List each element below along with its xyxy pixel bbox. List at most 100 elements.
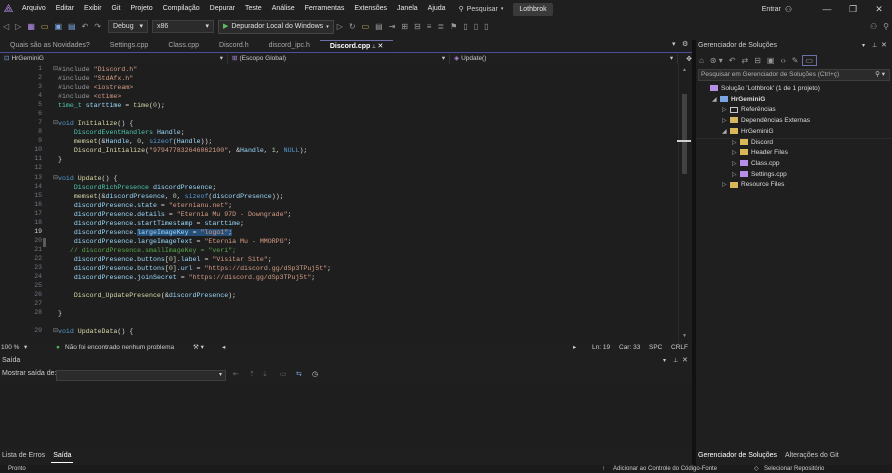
comment-icon[interactable]: ≡: [424, 22, 435, 31]
new-item-icon[interactable]: ▦: [24, 22, 38, 31]
scroll-right-icon[interactable]: ▸: [573, 343, 576, 352]
close-icon[interactable]: ✕: [682, 356, 688, 364]
bookmark-next-icon[interactable]: ▯: [471, 22, 481, 31]
chevron-down-icon[interactable]: ▾: [24, 343, 27, 352]
configuration-select[interactable]: Debug ▾: [107, 20, 148, 33]
tab-output[interactable]: Saída: [51, 450, 74, 463]
switch-views-icon[interactable]: ⊛ ▾: [707, 56, 726, 65]
save-icon[interactable]: ▣: [51, 22, 65, 31]
uncomment-icon[interactable]: ≣: [434, 22, 447, 31]
menu-item[interactable]: Depurar: [205, 0, 240, 18]
sync-icon[interactable]: ⇄: [739, 56, 752, 65]
code-view-icon[interactable]: ‹›: [777, 56, 788, 65]
collapsed-arrow-icon[interactable]: ▷: [732, 170, 740, 180]
find-message-icon[interactable]: ⇤: [233, 370, 239, 378]
back-icon[interactable]: ◁: [0, 22, 12, 31]
tree-item[interactable]: Solução 'Lothbrok' (1 de 1 projeto): [702, 84, 820, 94]
menu-item[interactable]: Projeto: [126, 0, 158, 18]
layout-icon[interactable]: ▤: [372, 22, 386, 31]
project-select[interactable]: ⊡ HrGeminiG ▾: [0, 53, 229, 64]
step-icon[interactable]: ⇥: [386, 22, 399, 31]
collapse-all-icon[interactable]: ⊟: [751, 56, 764, 65]
pin-icon[interactable]: ⊥: [872, 42, 877, 49]
tab-git-changes[interactable]: Alterações do Git: [783, 450, 841, 462]
collapsed-arrow-icon[interactable]: ▷: [732, 159, 740, 169]
document-tab[interactable]: Quais são as Novidades?: [0, 40, 100, 52]
menu-item[interactable]: Exibir: [79, 0, 107, 18]
spacing-indicator[interactable]: SPC: [649, 343, 662, 352]
format-icon[interactable]: ⊟: [411, 22, 424, 31]
sign-in-link[interactable]: Entrar: [762, 6, 781, 13]
tree-item[interactable]: ▷ Resource Files: [722, 180, 784, 190]
collapsed-arrow-icon[interactable]: ▷: [732, 148, 740, 158]
properties-icon[interactable]: ✎: [789, 56, 802, 65]
menu-item[interactable]: Extensões: [349, 0, 392, 18]
repository-icon[interactable]: ◇: [754, 465, 759, 473]
next-message-icon[interactable]: ⇣: [262, 370, 268, 378]
collapsed-arrow-icon[interactable]: ▷: [722, 105, 730, 115]
tree-item[interactable]: ▷ Referências: [722, 105, 776, 115]
preview-icon[interactable]: ▭: [801, 55, 818, 66]
scroll-up-icon[interactable]: ▲: [682, 67, 687, 73]
tab-solution-explorer[interactable]: Gerenciador de Soluções: [696, 450, 779, 462]
output-source-select[interactable]: ▾: [56, 370, 226, 381]
tree-item[interactable]: ▷ Header Files: [732, 148, 788, 158]
close-icon[interactable]: ✕: [866, 4, 892, 15]
menu-item[interactable]: Análise: [267, 0, 300, 18]
bookmark-clear-icon[interactable]: ▯: [481, 22, 491, 31]
chevron-down-icon[interactable]: ▾: [663, 357, 666, 364]
tab-error-list[interactable]: Lista de Erros: [0, 450, 47, 462]
scroll-down-icon[interactable]: ▼: [682, 333, 687, 339]
hot-reload-icon[interactable]: ↻: [346, 22, 359, 31]
chevron-down-icon[interactable]: ▾: [862, 42, 865, 49]
close-icon[interactable]: ✕: [377, 43, 383, 50]
scroll-left-icon[interactable]: ◂: [222, 343, 225, 352]
word-wrap-icon[interactable]: ⇆: [296, 370, 302, 378]
menu-item[interactable]: Editar: [51, 0, 79, 18]
minimize-icon[interactable]: —: [814, 4, 840, 14]
show-all-files-icon[interactable]: ▣: [764, 56, 778, 65]
line-ending-indicator[interactable]: CRLF: [671, 343, 688, 352]
solution-name-badge[interactable]: Lothbrok: [513, 2, 553, 16]
tree-item[interactable]: ▷ Class.cpp: [732, 159, 780, 169]
open-icon[interactable]: ▭: [38, 22, 52, 31]
start-without-debugging-icon[interactable]: ▷: [334, 22, 346, 31]
expanded-arrow-icon[interactable]: ◢: [722, 127, 730, 137]
collapsed-arrow-icon[interactable]: ▷: [722, 180, 730, 190]
feedback-icon[interactable]: ⚇: [785, 5, 792, 14]
line-indicator[interactable]: Ln: 19: [592, 343, 610, 352]
document-tab[interactable]: Discord.cpp ⊥ ✕: [319, 39, 394, 53]
close-icon[interactable]: ✕: [881, 41, 887, 49]
column-indicator[interactable]: Car: 33: [619, 343, 640, 352]
menu-item[interactable]: Teste: [240, 0, 267, 18]
tree-item[interactable]: ▷ Settings.cpp: [732, 170, 787, 180]
undo-icon[interactable]: ↶: [79, 22, 92, 31]
scope-select[interactable]: ⊞ (Escopo Global) ▾: [228, 53, 451, 64]
menu-item[interactable]: Ajuda: [423, 0, 451, 18]
tree-item[interactable]: ▷ Discord: [732, 138, 773, 148]
zoom-level[interactable]: 100 %: [1, 343, 19, 352]
source-control-icon[interactable]: ↑: [602, 465, 605, 473]
scrollbar-thumb[interactable]: [682, 94, 687, 174]
add-to-source-control[interactable]: Adicionar ao Controle do Código-Fonte: [613, 465, 717, 473]
document-tab[interactable]: Settings.cpp: [100, 40, 159, 52]
editor-scrollbar[interactable]: ▲ ▼: [677, 64, 691, 343]
folder-icon[interactable]: ▭: [359, 22, 373, 31]
bookmark-prev-icon[interactable]: ▯: [460, 22, 470, 31]
collapsed-arrow-icon[interactable]: ▷: [722, 116, 730, 126]
document-tab[interactable]: discord_ipc.h: [259, 40, 320, 52]
code-editor[interactable]: 1 2 3 4 5 6 7 8 9 10 11 12 13 14 15 16 17 18 19 20 21 22 23 24 2…: [0, 64, 678, 343]
issues-text[interactable]: Não foi encontrado nenhum problema: [65, 343, 174, 352]
select-repository[interactable]: Selecionar Repositório: [764, 465, 824, 473]
platform-select[interactable]: x86 ▾: [151, 20, 214, 33]
toggle-timestamps-icon[interactable]: ◷: [312, 370, 318, 378]
visual-studio-logo-icon[interactable]: ⟁: [2, 3, 15, 16]
output-content[interactable]: [0, 382, 692, 448]
start-debugging-button[interactable]: ▶ Depurador Local do Windows ▾: [217, 19, 334, 34]
forward-icon[interactable]: ▷: [12, 22, 24, 31]
pin-icon[interactable]: ⊥: [673, 357, 678, 364]
document-tab[interactable]: Discord.h: [209, 40, 259, 52]
document-tab[interactable]: Class.cpp: [158, 40, 209, 52]
menu-item[interactable]: Janela: [392, 0, 423, 18]
menu-item[interactable]: Compilação: [158, 0, 205, 18]
